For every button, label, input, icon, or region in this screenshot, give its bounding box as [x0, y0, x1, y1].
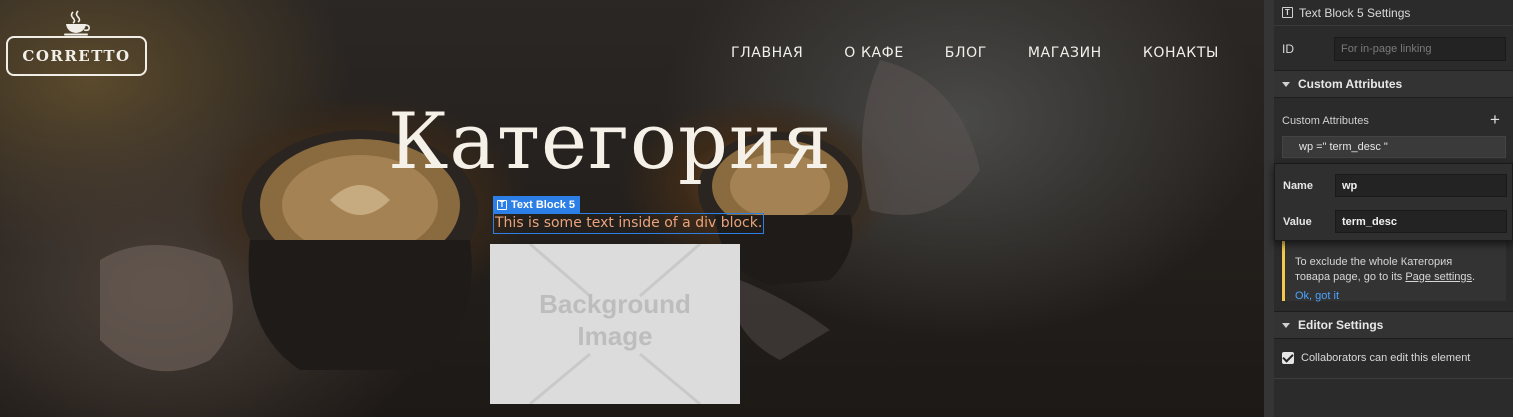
value-input[interactable]: term_desc — [1335, 210, 1507, 233]
panel-header: T Text Block 5 Settings — [1274, 0, 1513, 26]
bg-label-line-2: Image — [577, 321, 653, 351]
text-block-icon: T — [497, 199, 507, 210]
background-image-label: Background Image — [490, 288, 740, 352]
attribute-item[interactable]: wp =" term_desc " — [1282, 136, 1506, 158]
hero-title[interactable]: Категория — [388, 92, 832, 192]
name-label: Name — [1283, 180, 1313, 192]
nav-item-home[interactable]: ГЛАВНАЯ — [731, 45, 803, 61]
plus-icon[interactable]: + — [1490, 110, 1500, 130]
name-input[interactable]: wp — [1335, 174, 1507, 197]
ok-got-it-link[interactable]: Ok, got it — [1295, 289, 1506, 304]
designer-canvas[interactable]: CORRETTO ГЛАВНАЯ О КАФЕ БЛОГ МАГАЗИН КОН… — [0, 0, 1264, 417]
value-label: Value — [1283, 216, 1312, 228]
nav-item-contacts[interactable]: КОНАКТЫ — [1143, 45, 1219, 61]
collaborators-option[interactable]: Collaborators can edit this element — [1282, 352, 1513, 364]
info-text-3: . — [1472, 271, 1476, 283]
bg-label-line-1: Background — [539, 289, 691, 319]
info-box: To exclude the whole Категория товара pa… — [1282, 241, 1506, 304]
custom-attributes-label: Custom Attributes — [1282, 115, 1369, 127]
logo-text: CORRETTO — [6, 36, 147, 76]
id-input[interactable]: For in-page linking — [1334, 37, 1506, 61]
info-text-2: товара page, go to its — [1295, 271, 1403, 283]
background-image-placeholder[interactable]: Background Image — [490, 244, 740, 404]
coffee-cup-icon — [64, 10, 90, 36]
page-settings-link[interactable]: Page settings — [1405, 271, 1472, 283]
nav-item-blog[interactable]: БЛОГ — [945, 45, 987, 61]
main-nav: ГЛАВНАЯ О КАФЕ БЛОГ МАГАЗИН КОНАКТЫ — [731, 45, 1260, 61]
custom-attributes-section[interactable]: Custom Attributes — [1274, 70, 1513, 98]
info-text-1: To exclude the whole Категория — [1295, 256, 1453, 268]
collapse-arrow-icon — [1282, 322, 1290, 328]
nav-item-about[interactable]: О КАФЕ — [844, 45, 903, 61]
selected-text-block[interactable]: This is some text inside of a div block. — [493, 213, 765, 234]
selected-element-name: Text Block 5 — [511, 198, 575, 211]
divider — [1274, 378, 1513, 379]
site-logo[interactable]: CORRETTO — [6, 10, 147, 76]
info-text-line-2: товара page, go to its Page settings. — [1295, 270, 1506, 285]
panel-title: Text Block 5 Settings — [1299, 5, 1411, 20]
attribute-edit-popup: Name wp Value term_desc — [1274, 163, 1513, 241]
nav-item-shop[interactable]: МАГАЗИН — [1028, 45, 1102, 61]
custom-attributes-title: Custom Attributes — [1298, 77, 1403, 91]
editor-settings-section[interactable]: Editor Settings — [1274, 311, 1513, 339]
editor-settings-title: Editor Settings — [1298, 318, 1384, 332]
checkbox-checked-icon[interactable] — [1282, 352, 1294, 364]
text-block-icon: T — [1282, 7, 1293, 18]
collapse-arrow-icon — [1282, 81, 1290, 87]
collaborators-label: Collaborators can edit this element — [1301, 352, 1471, 364]
selected-element-tag[interactable]: T Text Block 5 — [493, 196, 580, 213]
